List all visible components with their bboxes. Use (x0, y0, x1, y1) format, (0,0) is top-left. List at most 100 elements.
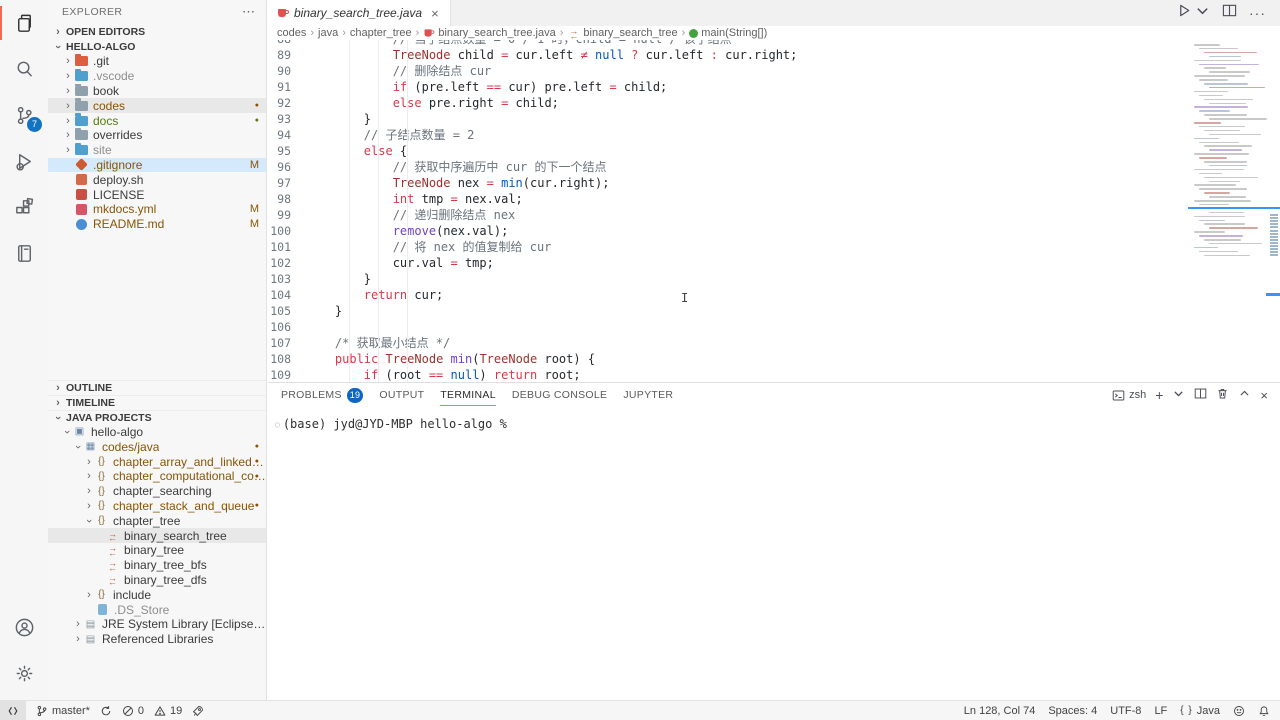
maximize-panel-button[interactable] (1238, 387, 1251, 403)
status-encoding[interactable]: UTF-8 (1110, 701, 1141, 720)
panel-tab-jupyter[interactable]: JUPYTER (623, 383, 673, 407)
explorer-item-docs[interactable]: ›docs● (48, 113, 266, 128)
status-errors[interactable]: 0 (122, 701, 144, 720)
breadcrumb-item[interactable]: main(String[]) (689, 27, 767, 39)
explorer-item--vscode[interactable]: ›.vscode (48, 69, 266, 84)
tab-close-icon[interactable]: × (429, 6, 441, 21)
split-editor-button[interactable] (1222, 3, 1237, 23)
java-project-item-jre-system-library-eclipse-temurin-17-17-[interactable]: ›▤JRE System Library [Eclipse Temurin 17… (48, 617, 266, 632)
status-language-mode[interactable]: { }Java (1180, 701, 1220, 720)
status-java-launch[interactable] (192, 701, 204, 720)
explorer-icon[interactable] (0, 0, 48, 46)
split-terminal-button[interactable] (1194, 387, 1207, 403)
java-project-item-chapter-computational-complexity[interactable]: ›{}chapter_computational_complexity● (48, 469, 266, 484)
terminal-shell-selector[interactable]: zsh (1112, 389, 1146, 402)
status-remote-indicator[interactable] (0, 701, 26, 720)
minimap[interactable] (1190, 40, 1266, 270)
source-control-icon[interactable]: 7 (0, 92, 48, 138)
status-indentation[interactable]: Spaces: 4 (1048, 701, 1097, 720)
file-icon (98, 604, 107, 615)
java-project-item-chapter-searching[interactable]: ›{}chapter_searching (48, 484, 266, 499)
panel-tab-debug-console[interactable]: DEBUG CONSOLE (512, 383, 608, 407)
close-panel-button[interactable]: × (1260, 388, 1268, 403)
explorer-item-deploy-sh[interactable]: ›deploy.sh (48, 172, 266, 187)
section-timeline[interactable]: ›TIMELINE (48, 395, 266, 410)
terminal-dropdown-chevron-icon[interactable] (1172, 387, 1185, 403)
chevron-right-icon: › (72, 618, 84, 630)
code-line-103: 103 } (268, 271, 1280, 287)
section-java-projects[interactable]: ›JAVA PROJECTS (48, 410, 266, 425)
java-project-item-hello-algo[interactable]: ›▣hello-algo (48, 425, 266, 440)
java-project-item-chapter-stack-and-queue[interactable]: ›{}chapter_stack_and_queue● (48, 499, 266, 514)
search-icon[interactable] (0, 46, 48, 92)
class-icon: →← (106, 560, 119, 570)
line-number: 92 (268, 95, 306, 111)
breadcrumb-item[interactable]: java (318, 27, 338, 39)
status-sync-status[interactable] (100, 701, 112, 720)
java-project-item-chapter-array-and-linkedlist[interactable]: ›{}chapter_array_and_linkedlist● (48, 454, 266, 469)
breadcrumb-separator: › (310, 27, 314, 39)
extensions-icon[interactable] (0, 184, 48, 230)
tab-binary-search-tree[interactable]: binary_search_tree.java × (268, 0, 451, 26)
panel-tab-terminal[interactable]: TERMINAL (440, 383, 496, 407)
new-terminal-button[interactable]: + (1155, 387, 1163, 403)
kill-terminal-button[interactable] (1216, 387, 1229, 403)
status-feedback[interactable] (1233, 701, 1245, 720)
breadcrumb-item[interactable]: codes (277, 27, 306, 39)
breadcrumb-item[interactable]: chapter_tree (350, 27, 412, 39)
panel-tab-output[interactable]: OUTPUT (379, 383, 424, 407)
folder-icon (75, 71, 88, 81)
code-line-96: 96 // 获取中序遍历中 cur 的下一个结点 (268, 159, 1280, 175)
explorer-item--git[interactable]: ›.git (48, 54, 266, 69)
explorer-item--gitignore[interactable]: ›.gitignoreM (48, 158, 266, 173)
file-icon (76, 219, 87, 230)
class-icon: →← (567, 28, 580, 38)
section-hello-algo[interactable]: ›HELLO-ALGO (48, 39, 266, 54)
terminal-output[interactable]: ○ (base) jyd@JYD-MBP hello-algo % (268, 407, 1280, 431)
java-project-item--ds-store[interactable]: ›.DS_Store (48, 602, 266, 617)
command-decoration-icon: ○ (275, 420, 280, 429)
explorer-item-book[interactable]: ›book (48, 84, 266, 99)
java-project-item-binary-tree-bfs[interactable]: ›→←binary_tree_bfs (48, 558, 266, 573)
account-icon[interactable] (0, 604, 48, 650)
breadcrumb-item[interactable]: →←binary_search_tree (567, 27, 677, 39)
explorer-item-mkdocs-yml[interactable]: ›mkdocs.ymlM (48, 202, 266, 217)
explorer-item-site[interactable]: ›site (48, 143, 266, 158)
class-icon: →← (106, 531, 119, 541)
braces-icon: { } (1180, 705, 1192, 716)
java-project-item-binary-tree-dfs[interactable]: ›→←binary_tree_dfs (48, 573, 266, 588)
breadcrumb-item[interactable]: binary_search_tree.java (423, 27, 555, 39)
java-project-item-include[interactable]: ›{}include (48, 587, 266, 602)
line-number: 105 (268, 303, 306, 319)
explorer-item-overrides[interactable]: ›overrides (48, 128, 266, 143)
explorer-item-codes[interactable]: ›codes● (48, 98, 266, 113)
run-debug-icon[interactable] (0, 138, 48, 184)
run-dropdown-chevron-icon[interactable] (1195, 3, 1210, 23)
status-eol[interactable]: LF (1154, 701, 1167, 720)
class-icon: →← (106, 575, 119, 585)
sidebar-more-actions[interactable]: ⋯ (242, 4, 256, 20)
explorer-item-readme-md[interactable]: ›README.mdM (48, 217, 266, 232)
symbol-icon: ▤ (84, 634, 97, 645)
error-icon (122, 705, 134, 717)
panel-tab-problems[interactable]: PROBLEMS19 (281, 383, 363, 407)
java-project-item-binary-search-tree[interactable]: ›→←binary_search_tree (48, 528, 266, 543)
java-project-item-referenced-libraries[interactable]: ›▤Referenced Libraries (48, 632, 266, 647)
editor-more-actions-button[interactable]: ··· (1249, 5, 1266, 21)
status-cursor-position[interactable]: Ln 128, Col 74 (964, 701, 1036, 720)
explorer-item-license[interactable]: ›LICENSE (48, 187, 266, 202)
status-warnings[interactable]: 19 (154, 701, 182, 720)
run-java-button[interactable] (1177, 3, 1192, 23)
status-notifications-bell[interactable] (1258, 701, 1270, 720)
notebook-icon[interactable] (0, 230, 48, 276)
symbol-icon: ▣ (73, 426, 86, 437)
code-line-108: 108 public TreeNode min(TreeNode root) { (268, 351, 1280, 367)
code-editor[interactable]: 88 // 当子结点数量 = 0 / 1 时，child = null / 该子… (268, 40, 1280, 382)
section-open-editors[interactable]: ›OPEN EDITORS (48, 24, 266, 39)
java-project-item-codes-java[interactable]: ›▦codes/java● (48, 439, 266, 454)
java-project-item-binary-tree[interactable]: ›→←binary_tree (48, 543, 266, 558)
section-outline[interactable]: ›OUTLINE (48, 380, 266, 395)
status-git-branch[interactable]: master* (36, 701, 90, 720)
settings-gear-icon[interactable] (0, 650, 48, 696)
java-project-item-chapter-tree[interactable]: ›{}chapter_tree (48, 513, 266, 528)
